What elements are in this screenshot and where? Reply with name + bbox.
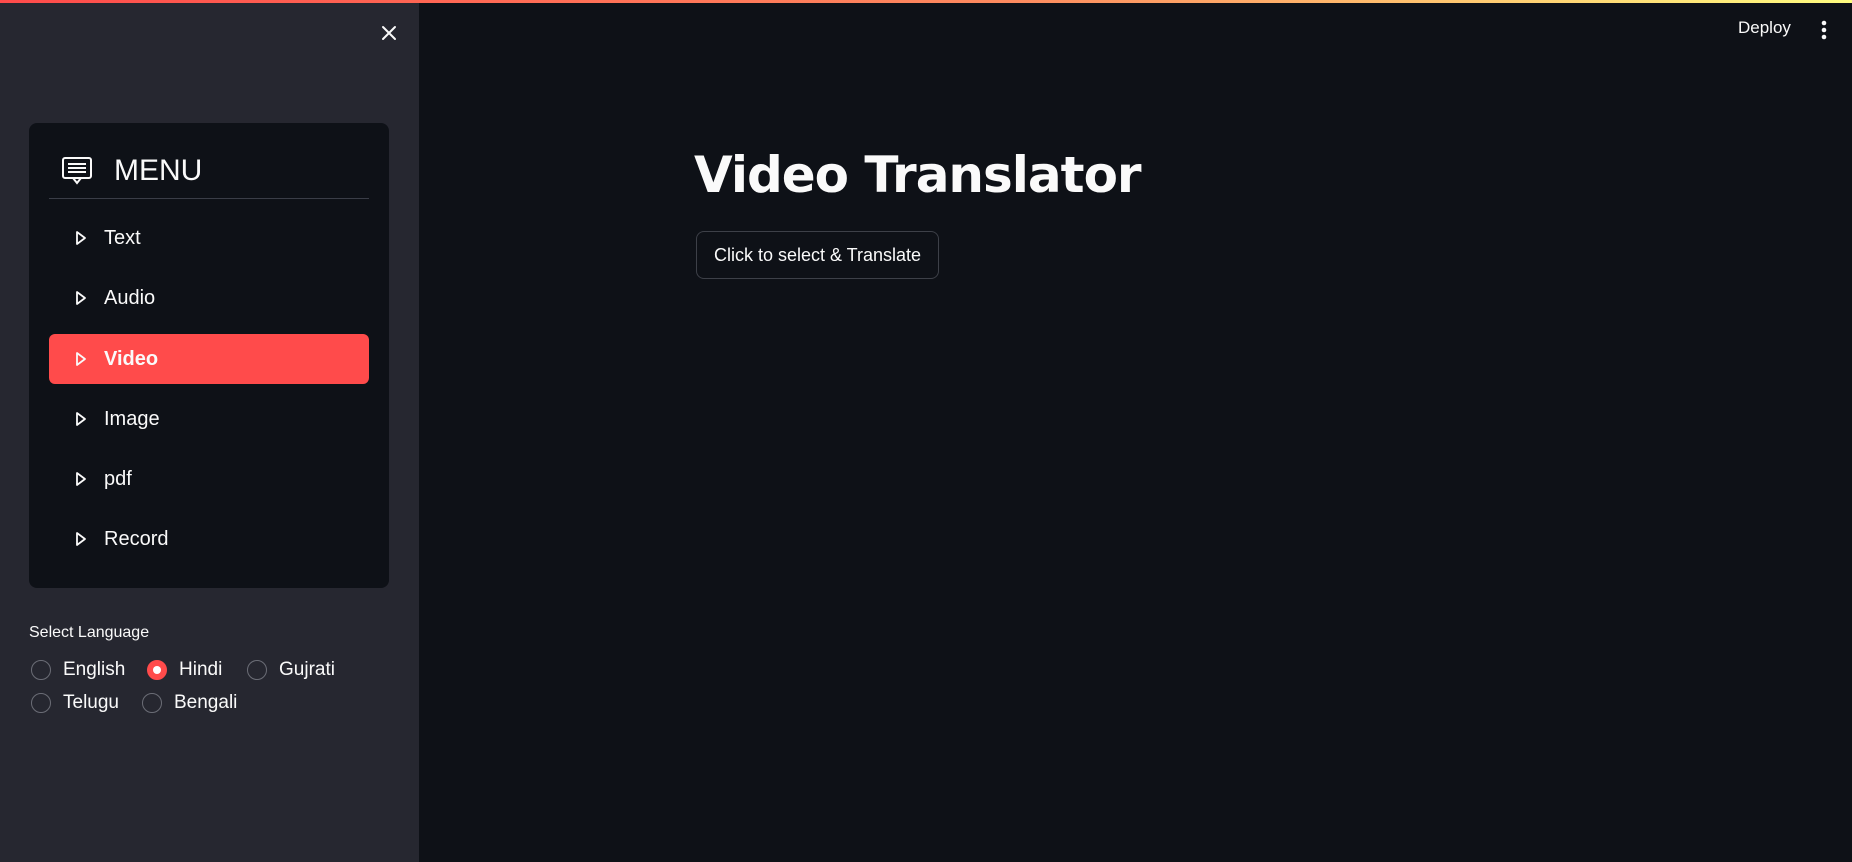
language-radio-label: Select Language — [29, 624, 150, 641]
radio-label: English — [63, 659, 126, 680]
radio-english[interactable]: English — [31, 659, 125, 681]
menu-item-pdf[interactable]: pdf — [49, 454, 369, 504]
menu-item-label: Record — [104, 527, 169, 550]
menu-item-record[interactable]: Record — [49, 514, 369, 564]
menu-list-icon — [61, 156, 95, 186]
radio-label: Gujrati — [279, 659, 335, 680]
radio-circle[interactable] — [247, 660, 267, 680]
radio-label: Bengali — [174, 692, 238, 713]
menu-item-audio[interactable]: Audio — [49, 273, 369, 323]
menu-item-label: Text — [104, 226, 141, 249]
menu-item-image[interactable]: Image — [49, 394, 369, 444]
radio-circle[interactable] — [31, 660, 51, 680]
select-translate-button[interactable]: Click to select & Translate — [696, 231, 939, 279]
sidebar: MENU Text Audio Video Image pdf Record S… — [0, 0, 419, 862]
play-icon — [75, 531, 87, 547]
radio-circle[interactable] — [147, 660, 167, 680]
top-decoration-bar — [0, 0, 1852, 3]
radio-label: Hindi — [179, 659, 223, 680]
play-icon — [75, 471, 87, 487]
menu-header: MENU — [49, 143, 369, 199]
menu-item-label: Image — [104, 407, 160, 430]
radio-gujrati[interactable]: Gujrati — [247, 659, 335, 681]
play-icon — [75, 290, 87, 306]
close-icon — [382, 26, 396, 40]
radio-bengali[interactable]: Bengali — [142, 692, 237, 714]
close-sidebar-button[interactable] — [376, 20, 402, 46]
menu-item-label: Audio — [104, 286, 156, 309]
option-menu: MENU Text Audio Video Image pdf Record — [29, 123, 389, 588]
radio-circle[interactable] — [142, 693, 162, 713]
play-icon — [75, 230, 87, 246]
deploy-button[interactable]: Deploy — [1738, 18, 1791, 38]
more-vertical-icon — [1821, 20, 1827, 40]
menu-title: MENU — [114, 153, 203, 187]
page-title: Video Translator — [694, 146, 1142, 204]
radio-hindi[interactable]: Hindi — [147, 659, 222, 681]
radio-circle[interactable] — [31, 693, 51, 713]
radio-telugu[interactable]: Telugu — [31, 692, 119, 714]
menu-item-text[interactable]: Text — [49, 213, 369, 263]
play-icon — [75, 351, 87, 367]
menu-item-label: Video — [104, 347, 159, 370]
menu-item-video[interactable]: Video — [49, 334, 369, 384]
menu-item-label: pdf — [104, 467, 132, 490]
play-icon — [75, 411, 87, 427]
radio-label: Telugu — [63, 692, 119, 713]
main-menu-button[interactable] — [1814, 18, 1834, 42]
